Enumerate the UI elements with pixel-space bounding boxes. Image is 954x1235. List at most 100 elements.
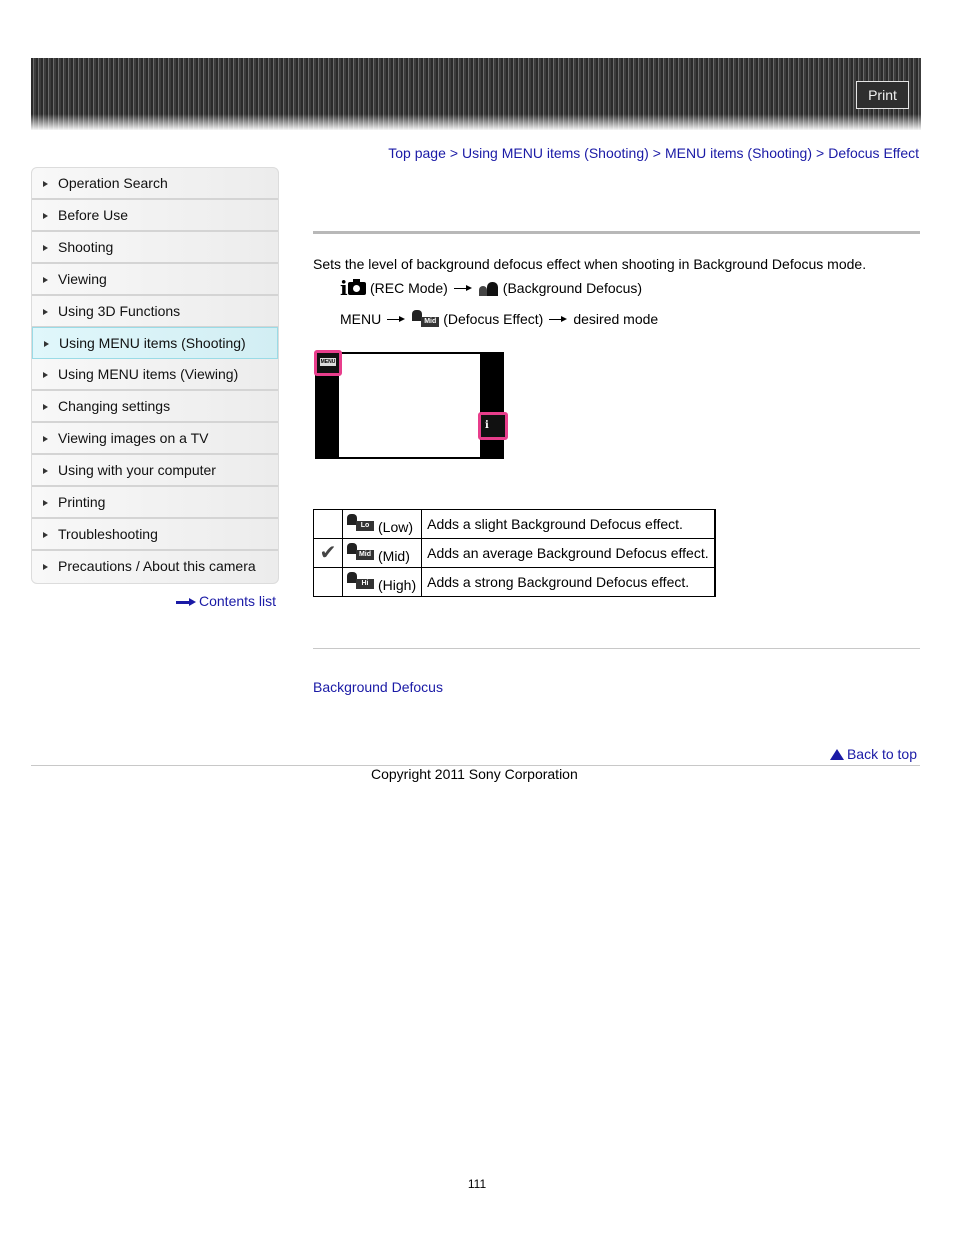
- mode-name: (Mid): [378, 547, 410, 564]
- camera-screen-figure: MENU i: [314, 350, 508, 459]
- arrow-right-icon: [176, 598, 196, 607]
- ia-camera-icon: i: [340, 278, 368, 298]
- default-marker-cell: ✔: [313, 538, 343, 568]
- back-to-top-link[interactable]: Back to top: [829, 746, 917, 762]
- breadcrumb-defocus-effect[interactable]: Defocus Effect: [828, 145, 919, 161]
- sidebar-item-troubleshooting[interactable]: Troubleshooting: [32, 519, 278, 551]
- triangle-right-icon: [43, 309, 48, 315]
- sidebar-item-printing[interactable]: Printing: [32, 487, 278, 519]
- step-defocus-effect-label: (Defocus Effect): [443, 311, 544, 327]
- sidebar-item-label: Printing: [58, 494, 106, 510]
- step-background-defocus-label: (Background Defocus): [502, 280, 643, 296]
- triangle-right-icon: [43, 564, 48, 570]
- sidebar-item-label: Using MENU items (Viewing): [58, 366, 239, 382]
- step-rec-mode: i (REC Mode) (Background Defocus): [340, 278, 643, 298]
- defocus-low-icon: Lo: [346, 513, 376, 532]
- defocus-mid-icon: Mid: [346, 542, 376, 561]
- mode-name: (High): [378, 576, 417, 593]
- copyright-text: Copyright 2011 Sony Corporation: [371, 766, 578, 782]
- defocus-modes-table: Lo (Low) Adds a slight Background Defocus…: [313, 509, 716, 597]
- triangle-right-icon: [43, 468, 48, 474]
- breadcrumb-separator: >: [449, 145, 459, 161]
- sidebar-item-viewing-images-on-tv[interactable]: Viewing images on a TV: [32, 423, 278, 455]
- triangle-right-icon: [43, 372, 48, 378]
- print-button[interactable]: Print: [856, 81, 909, 109]
- default-marker-cell: [313, 509, 343, 539]
- mode-description: Adds an average Background Defocus effec…: [421, 538, 716, 568]
- table-row: Hi (High) Adds a strong Background Defocu…: [313, 567, 716, 597]
- checkmark-icon: ✔: [319, 542, 337, 564]
- rec-mode-button-highlight: i: [478, 412, 508, 440]
- section-divider: [313, 648, 920, 649]
- sidebar-item-label: Operation Search: [58, 175, 168, 191]
- sidebar-item-label: Using MENU items (Shooting): [59, 335, 246, 351]
- table-row: ✔ Mid (Mid) Adds an average Background De…: [313, 538, 716, 568]
- ia-camera-icon: i: [485, 420, 489, 431]
- triangle-right-icon: [43, 245, 48, 251]
- breadcrumb: Top page > Using MENU items (Shooting) > MEN…: [388, 145, 919, 161]
- sidebar-item-label: Changing settings: [58, 398, 171, 414]
- back-to-top-label: Back to top: [846, 746, 917, 762]
- default-marker-cell: [313, 567, 343, 597]
- step-menu: MENU Mid (Defocus Effect) desired mode: [340, 310, 658, 328]
- mode-cell: Lo (Low): [341, 509, 423, 539]
- arrow-right-icon: [453, 284, 472, 292]
- sidebar-item-using-menu-items-shooting[interactable]: Using MENU items (Shooting): [32, 327, 278, 359]
- sidebar-item-label: Viewing images on a TV: [58, 430, 209, 446]
- arrow-right-icon: [549, 315, 568, 323]
- sidebar-item-label: Viewing: [58, 271, 107, 287]
- intro-text: Sets the level of background defocus eff…: [313, 256, 867, 272]
- step-rec-mode-label: (REC Mode): [370, 280, 448, 296]
- menu-button-highlight: MENU: [314, 350, 342, 376]
- step-menu-label: MENU: [340, 311, 382, 327]
- sidebar-item-shooting[interactable]: Shooting: [32, 232, 278, 264]
- sidebar-item-label: Before Use: [58, 207, 129, 223]
- header-banner: Print: [31, 58, 921, 130]
- sidebar-item-using-menu-items-viewing[interactable]: Using MENU items (Viewing): [32, 359, 278, 391]
- breadcrumb-using-menu-items-shooting[interactable]: Using MENU items (Shooting): [462, 145, 649, 161]
- menu-button-icon: MENU: [320, 358, 336, 366]
- triangle-right-icon: [43, 213, 48, 219]
- contents-list-label: Contents list: [199, 593, 277, 609]
- triangle-right-icon: [43, 277, 48, 283]
- sidebar-item-precautions[interactable]: Precautions / About this camera: [32, 551, 278, 583]
- sidebar-item-before-use[interactable]: Before Use: [32, 200, 278, 232]
- table-row: Lo (Low) Adds a slight Background Defocus…: [313, 509, 716, 539]
- sidebar-item-label: Using with your computer: [58, 462, 216, 478]
- step-desired-mode-label: desired mode: [573, 311, 659, 327]
- breadcrumb-top-page[interactable]: Top page: [388, 145, 446, 161]
- background-defocus-icon: [478, 280, 500, 296]
- screen-display-area: [339, 354, 480, 457]
- sidebar-item-using-3d-functions[interactable]: Using 3D Functions: [32, 296, 278, 328]
- title-divider: [313, 231, 920, 234]
- mode-description: Adds a slight Background Defocus effect.: [421, 509, 716, 539]
- mode-cell: Hi (High): [341, 567, 423, 597]
- triangle-right-icon: [43, 181, 48, 187]
- sidebar-item-changing-settings[interactable]: Changing settings: [32, 391, 278, 423]
- sidebar-item-label: Precautions / About this camera: [58, 558, 256, 574]
- arrow-right-icon: [387, 315, 406, 323]
- triangle-right-icon: [43, 404, 48, 410]
- sidebar-item-using-with-computer[interactable]: Using with your computer: [32, 455, 278, 487]
- sidebar-item-label: Troubleshooting: [58, 526, 158, 542]
- sidebar-item-label: Using 3D Functions: [58, 303, 181, 319]
- sidebar-item-label: Shooting: [58, 239, 114, 255]
- mode-name: (Low): [378, 518, 414, 535]
- related-link-background-defocus[interactable]: Background Defocus: [313, 679, 443, 695]
- mode-cell: Mid (Mid): [341, 538, 423, 568]
- triangle-up-icon: [829, 749, 844, 760]
- breadcrumb-separator: >: [652, 145, 661, 161]
- sidebar-item-operation-search[interactable]: Operation Search: [32, 168, 278, 200]
- sidebar-nav: Operation Search Before Use Shooting Vie…: [31, 167, 279, 584]
- triangle-right-icon: [44, 341, 49, 347]
- breadcrumb-menu-items-shooting[interactable]: MENU items (Shooting): [665, 145, 812, 161]
- sidebar-item-viewing[interactable]: Viewing: [32, 264, 278, 296]
- defocus-effect-icon: Mid: [411, 310, 441, 328]
- triangle-right-icon: [43, 436, 48, 442]
- defocus-high-icon: Hi: [346, 571, 376, 590]
- contents-list-link[interactable]: Contents list: [176, 593, 276, 609]
- mode-description: Adds a strong Background Defocus effect.: [421, 567, 716, 597]
- page-number: 111: [467, 1177, 487, 1191]
- triangle-right-icon: [43, 500, 48, 506]
- triangle-right-icon: [43, 532, 48, 538]
